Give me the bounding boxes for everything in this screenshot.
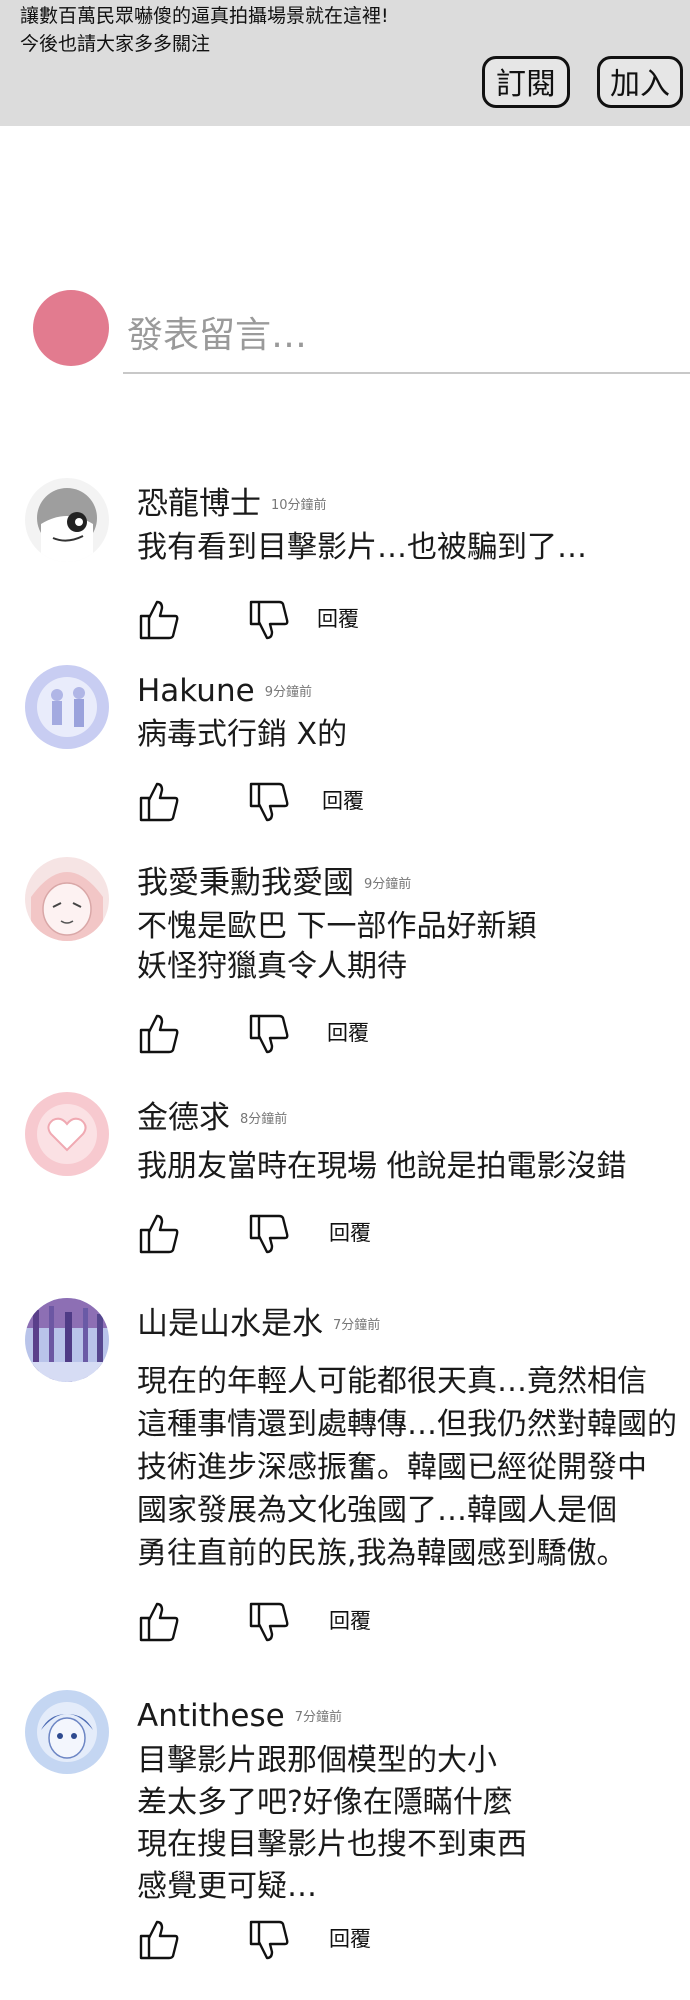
comment-body: 目擊影片跟那個模型的大小 差太多了吧?好像在隱瞞什麼 現在搜目擊影片也搜不到東西… <box>137 1740 527 1908</box>
anime-face-avatar[interactable] <box>25 857 109 941</box>
thumbs-down-icon[interactable] <box>247 1212 291 1256</box>
comment-line: 感覺更可疑… <box>137 1869 317 1904</box>
comment-time: 9分鐘前 <box>264 684 312 700</box>
comment-author[interactable]: 恐龍博士 10分鐘前 <box>137 484 327 526</box>
author-name[interactable]: Antithese <box>137 1698 285 1734</box>
comment-line: 技術進步深感振奮。韓國已經從開發中 <box>137 1450 647 1485</box>
reply-button[interactable]: 回覆 <box>329 1606 371 1636</box>
comment-author[interactable]: 我愛秉勳我愛國 9分鐘前 <box>137 863 411 905</box>
comment-line: 勇往直前的民族,我為韓國感到驕傲。 <box>137 1536 627 1571</box>
thumbs-down-icon[interactable] <box>247 598 291 642</box>
comment-time: 8分鐘前 <box>240 1111 288 1127</box>
comment-line: 病毒式行銷 X的 <box>137 717 348 752</box>
channel-header: 讓數百萬民眾嚇傻的逼真拍攝場景就在這裡! 今後也請大家多多關注 訂閱 加入 <box>0 0 690 126</box>
comment-actions: 回覆 <box>137 1600 437 1644</box>
thumbs-down-icon[interactable] <box>247 1918 291 1962</box>
comment-line: 這種事情還到處轉傳…但我仍然對韓國的 <box>137 1407 677 1442</box>
reply-button[interactable]: 回覆 <box>322 786 364 816</box>
thumbs-down-icon[interactable] <box>247 1600 291 1644</box>
description-line: 今後也請大家多多關注 <box>20 33 211 55</box>
author-name[interactable]: 我愛秉勳我愛國 <box>137 865 354 901</box>
comment-time: 7分鐘前 <box>333 1317 381 1333</box>
comment-line: 我朋友當時在現場 他說是拍電影沒錯 <box>137 1149 627 1184</box>
comment-body: 我有看到目擊影片…也被騙到了… <box>137 528 587 568</box>
forest-avatar[interactable] <box>25 1298 109 1382</box>
description-line: 讓數百萬民眾嚇傻的逼真拍攝場景就在這裡! <box>20 5 389 27</box>
reply-button[interactable]: 回覆 <box>329 1924 371 1954</box>
comment-line: 不愧是歐巴 下一部作品好新穎 <box>137 909 537 944</box>
reply-button[interactable]: 回覆 <box>329 1218 371 1248</box>
thumbs-up-icon[interactable] <box>137 1918 181 1962</box>
comment-line: 差太多了吧?好像在隱瞞什麼 <box>137 1785 513 1820</box>
comment-body: 現在的年輕人可能都很天真…竟然相信 這種事情還到處轉傳…但我仍然對韓國的 技術進… <box>137 1360 677 1575</box>
join-button[interactable]: 加入 <box>597 56 683 108</box>
thumbs-up-icon[interactable] <box>137 780 181 824</box>
thumbs-up-icon[interactable] <box>137 1600 181 1644</box>
author-name[interactable]: 山是山水是水 <box>137 1306 323 1342</box>
comment-time: 9分鐘前 <box>364 876 412 892</box>
comment-author[interactable]: Antithese 7分鐘前 <box>137 1696 342 1738</box>
user-avatar <box>33 290 109 366</box>
comment-time: 10分鐘前 <box>271 497 327 513</box>
author-name[interactable]: 金德求 <box>137 1100 230 1136</box>
comment-actions: 回覆 <box>137 1918 437 1962</box>
comment-time: 7分鐘前 <box>294 1709 343 1725</box>
thumbs-up-icon[interactable] <box>137 1212 181 1256</box>
comment-actions: 回覆 <box>137 1212 437 1256</box>
subscribe-button[interactable]: 訂閱 <box>482 56 570 108</box>
reply-button[interactable]: 回覆 <box>327 1018 369 1048</box>
thumbs-down-icon[interactable] <box>247 1012 291 1056</box>
comment-body: 我朋友當時在現場 他說是拍電影沒錯 <box>137 1147 627 1187</box>
couple-avatar[interactable] <box>25 665 109 749</box>
comment-actions: 回覆 <box>137 780 437 824</box>
comment-author[interactable]: 金德求 8分鐘前 <box>137 1098 287 1140</box>
comment-line: 妖怪狩獵真令人期待 <box>137 949 407 984</box>
comment-body: 不愧是歐巴 下一部作品好新穎 妖怪狩獵真令人期待 <box>137 907 537 987</box>
comment-line: 現在搜目擊影片也搜不到東西 <box>137 1827 527 1862</box>
comment-author[interactable]: Hakune 9分鐘前 <box>137 671 312 713</box>
comment-line: 我有看到目擊影片…也被騙到了… <box>137 530 587 565</box>
thumbs-down-icon[interactable] <box>247 780 291 824</box>
author-name[interactable]: 恐龍博士 <box>137 486 261 522</box>
comment-actions: 回覆 <box>137 598 437 642</box>
thumbs-up-icon[interactable] <box>137 598 181 642</box>
comment-line: 國家發展為文化強國了…韓國人是個 <box>137 1493 617 1528</box>
heart-avatar[interactable] <box>25 1092 109 1176</box>
reply-button[interactable]: 回覆 <box>317 604 359 634</box>
comment-author[interactable]: 山是山水是水 7分鐘前 <box>137 1304 380 1346</box>
comment-actions: 回覆 <box>137 1012 437 1056</box>
comment-line: 現在的年輕人可能都很天真…竟然相信 <box>137 1364 647 1399</box>
dinosaur-avatar[interactable] <box>25 478 109 562</box>
comment-input[interactable]: 發表留言… <box>123 310 690 374</box>
thumbs-up-icon[interactable] <box>137 1012 181 1056</box>
comment-line: 目擊影片跟那個模型的大小 <box>137 1743 497 1778</box>
channel-description: 讓數百萬民眾嚇傻的逼真拍攝場景就在這裡! 今後也請大家多多關注 <box>20 2 389 58</box>
comment-body: 病毒式行銷 X的 <box>137 715 347 755</box>
blue-character-avatar[interactable] <box>25 1690 109 1774</box>
author-name[interactable]: Hakune <box>137 673 255 709</box>
